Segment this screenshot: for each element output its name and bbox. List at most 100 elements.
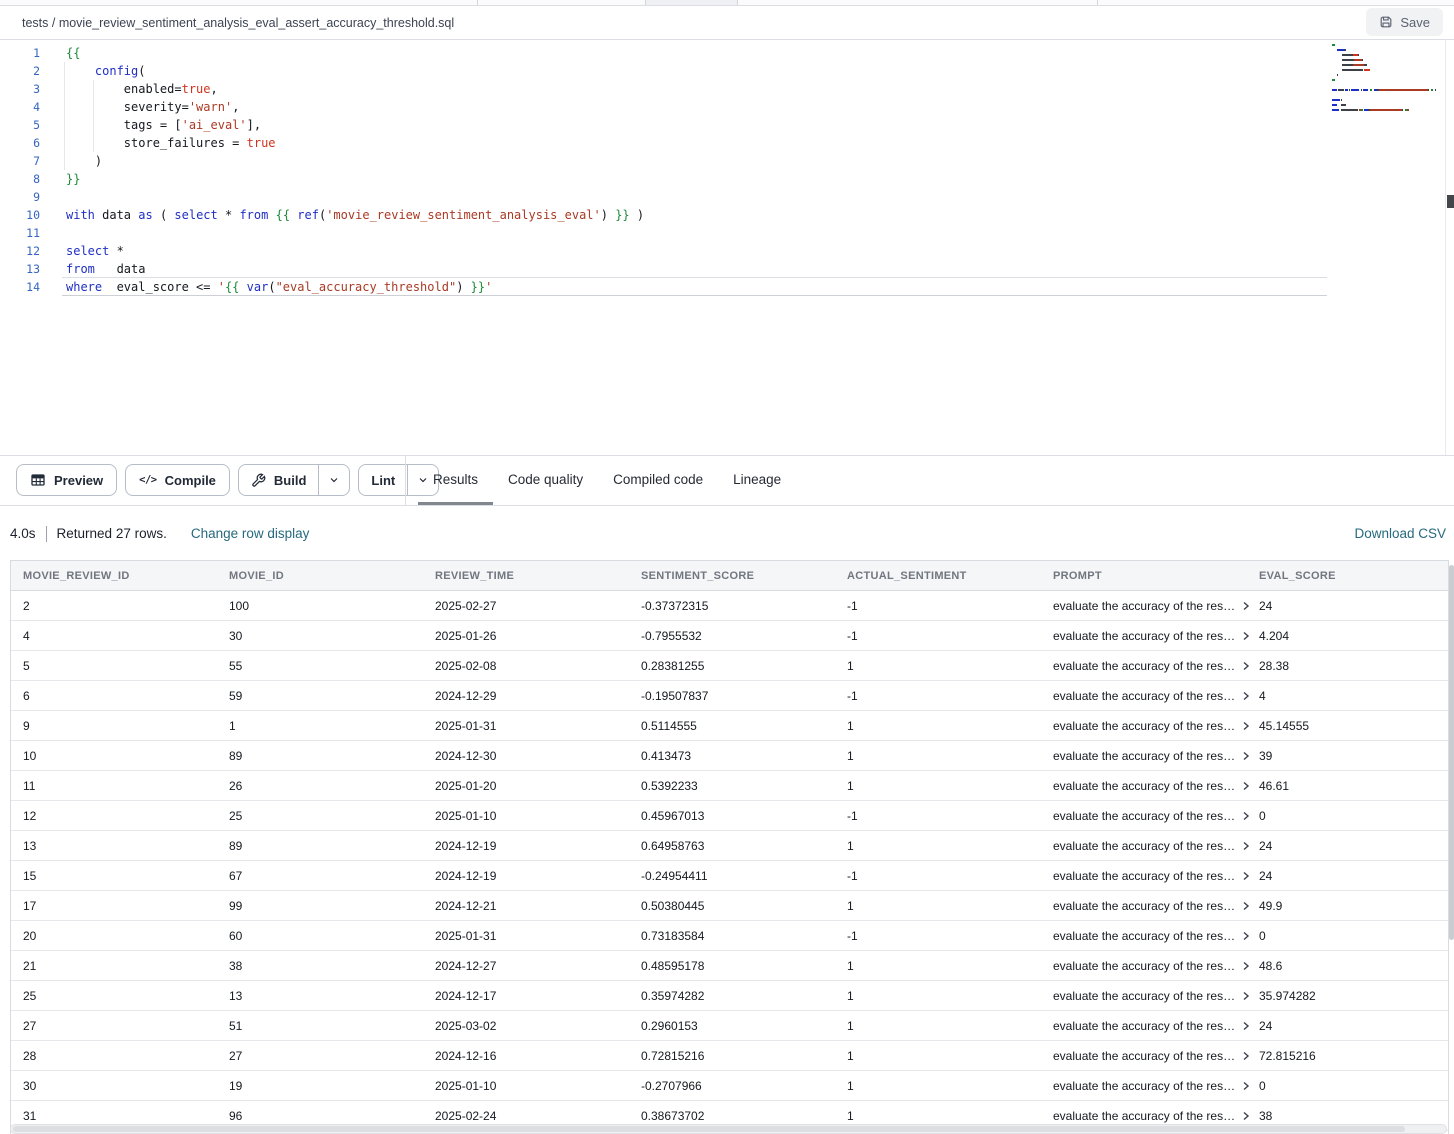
change-row-display-link[interactable]: Change row display: [191, 526, 310, 541]
cell-prompt[interactable]: evaluate the accuracy of the res…: [1041, 989, 1247, 1003]
compile-button[interactable]: </> Compile: [125, 464, 230, 496]
code-line[interactable]: 4 severity='warn',: [0, 98, 644, 116]
cell-actual-sentiment: -1: [835, 599, 1041, 613]
cell-movie-id: 26: [217, 779, 423, 793]
cell-prompt[interactable]: evaluate the accuracy of the res…: [1041, 749, 1247, 763]
preview-button[interactable]: Preview: [16, 464, 117, 496]
table-row: 912025-01-310.51145551evaluate the accur…: [11, 711, 1448, 741]
prompt-text: evaluate the accuracy of the res…: [1053, 869, 1235, 883]
cell-prompt[interactable]: evaluate the accuracy of the res…: [1041, 899, 1247, 913]
code-line[interactable]: 2 config(: [0, 62, 644, 80]
cell-prompt[interactable]: evaluate the accuracy of the res…: [1041, 809, 1247, 823]
cell-prompt[interactable]: evaluate the accuracy of the res…: [1041, 599, 1247, 613]
cell-prompt[interactable]: evaluate the accuracy of the res…: [1041, 929, 1247, 943]
code-line[interactable]: 8}}: [0, 170, 644, 188]
lint-button[interactable]: Lint: [359, 465, 407, 495]
cell-movie-id: 99: [217, 899, 423, 913]
line-number: 3: [0, 80, 40, 98]
cell-prompt[interactable]: evaluate the accuracy of the res…: [1041, 1109, 1247, 1123]
cell-actual-sentiment: 1: [835, 1109, 1041, 1123]
tab-compiled-code[interactable]: Compiled code: [598, 456, 718, 505]
cell-prompt[interactable]: evaluate the accuracy of the res…: [1041, 659, 1247, 673]
cell-review-time: 2024-12-21: [423, 899, 629, 913]
build-dropdown-button[interactable]: [318, 465, 349, 495]
cell-prompt[interactable]: evaluate the accuracy of the res…: [1041, 959, 1247, 973]
cell-review-time: 2025-02-24: [423, 1109, 629, 1123]
cell-actual-sentiment: 1: [835, 839, 1041, 853]
code-line[interactable]: 9: [0, 188, 644, 206]
cell-movie-id: 89: [217, 839, 423, 853]
code-line[interactable]: 3 enabled=true,: [0, 80, 644, 98]
cell-prompt[interactable]: evaluate the accuracy of the res…: [1041, 689, 1247, 703]
col-movie-id: MOVIE_ID: [217, 570, 423, 582]
code-line[interactable]: 13from data: [0, 260, 644, 278]
table-row: 4302025-01-26-0.7955532-1evaluate the ac…: [11, 621, 1448, 651]
download-csv-link[interactable]: Download CSV: [1354, 526, 1446, 541]
code-lines[interactable]: 1{{2 config(3 enabled=true,4 severity='w…: [0, 44, 644, 296]
prompt-text: evaluate the accuracy of the res…: [1053, 689, 1235, 703]
code-line[interactable]: 7 ): [0, 152, 644, 170]
cell-prompt[interactable]: evaluate the accuracy of the res…: [1041, 1019, 1247, 1033]
cell-prompt[interactable]: evaluate the accuracy of the res…: [1041, 719, 1247, 733]
cell-movie-review-id: 12: [11, 809, 217, 823]
prompt-text: evaluate the accuracy of the res…: [1053, 959, 1235, 973]
tab-divider: [737, 0, 738, 5]
cell-eval-score: 72.815216: [1247, 1049, 1448, 1063]
cell-prompt[interactable]: evaluate the accuracy of the res…: [1041, 629, 1247, 643]
cell-actual-sentiment: 1: [835, 1079, 1041, 1093]
code-line[interactable]: 5 tags = ['ai_eval'],: [0, 116, 644, 134]
cell-prompt[interactable]: evaluate the accuracy of the res…: [1041, 869, 1247, 883]
table-row: 5552025-02-080.283812551evaluate the acc…: [11, 651, 1448, 681]
cell-sentiment-score: -0.37372315: [629, 599, 835, 613]
tab-label: Code quality: [508, 472, 583, 487]
cell-movie-review-id: 2: [11, 599, 217, 613]
code-line[interactable]: 14where eval_score <= '{{ var("eval_accu…: [0, 278, 644, 296]
line-number: 14: [0, 278, 40, 296]
code-line[interactable]: 10with data as ( select * from {{ ref('m…: [0, 206, 644, 224]
tab-code-quality[interactable]: Code quality: [493, 456, 598, 505]
cell-review-time: 2025-02-08: [423, 659, 629, 673]
build-button[interactable]: Build: [239, 465, 319, 495]
save-button[interactable]: Save: [1366, 8, 1443, 36]
cell-review-time: 2025-02-27: [423, 599, 629, 613]
table-grid-icon: [30, 472, 46, 488]
cell-review-time: 2025-01-31: [423, 719, 629, 733]
minimap[interactable]: [1332, 44, 1444, 114]
code-editor[interactable]: 1{{2 config(3 enabled=true,4 severity='w…: [0, 40, 1454, 455]
cell-prompt[interactable]: evaluate the accuracy of the res…: [1041, 1049, 1247, 1063]
prompt-text: evaluate the accuracy of the res…: [1053, 899, 1235, 913]
table-horizontal-scrollbar-thumb[interactable]: [13, 1126, 1405, 1132]
cell-movie-id: 25: [217, 809, 423, 823]
cell-review-time: 2024-12-17: [423, 989, 629, 1003]
cell-movie-review-id: 5: [11, 659, 217, 673]
tab-results[interactable]: Results: [418, 456, 493, 505]
table-vertical-scrollbar-thumb[interactable]: [1449, 565, 1454, 940]
cell-sentiment-score: 0.45967013: [629, 809, 835, 823]
cell-review-time: 2024-12-30: [423, 749, 629, 763]
cell-prompt[interactable]: evaluate the accuracy of the res…: [1041, 1079, 1247, 1093]
line-number: 4: [0, 98, 40, 116]
cell-prompt[interactable]: evaluate the accuracy of the res…: [1041, 779, 1247, 793]
table-horizontal-scrollbar[interactable]: [10, 1124, 1447, 1134]
cell-movie-id: 51: [217, 1019, 423, 1033]
code-line[interactable]: 11: [0, 224, 644, 242]
cell-sentiment-score: -0.2707966: [629, 1079, 835, 1093]
editor-scrollbar-thumb[interactable]: [1447, 195, 1454, 208]
results-table: MOVIE_REVIEW_ID MOVIE_ID REVIEW_TIME SEN…: [10, 560, 1449, 1134]
cell-movie-review-id: 9: [11, 719, 217, 733]
cell-movie-id: 59: [217, 689, 423, 703]
code-line[interactable]: 6 store_failures = true: [0, 134, 644, 152]
cell-prompt[interactable]: evaluate the accuracy of the res…: [1041, 839, 1247, 853]
cell-movie-id: 30: [217, 629, 423, 643]
code-line[interactable]: 12select *: [0, 242, 644, 260]
table-row: 6592024-12-29-0.19507837-1evaluate the a…: [11, 681, 1448, 711]
cell-eval-score: 24: [1247, 1019, 1448, 1033]
cell-sentiment-score: 0.64958763: [629, 839, 835, 853]
table-row: 28272024-12-160.728152161evaluate the ac…: [11, 1041, 1448, 1071]
code-line[interactable]: 1{{: [0, 44, 644, 62]
chevron-down-icon: [328, 474, 340, 486]
line-number: 6: [0, 134, 40, 152]
cell-actual-sentiment: -1: [835, 809, 1041, 823]
tab-lineage[interactable]: Lineage: [718, 456, 796, 505]
cell-movie-id: 89: [217, 749, 423, 763]
